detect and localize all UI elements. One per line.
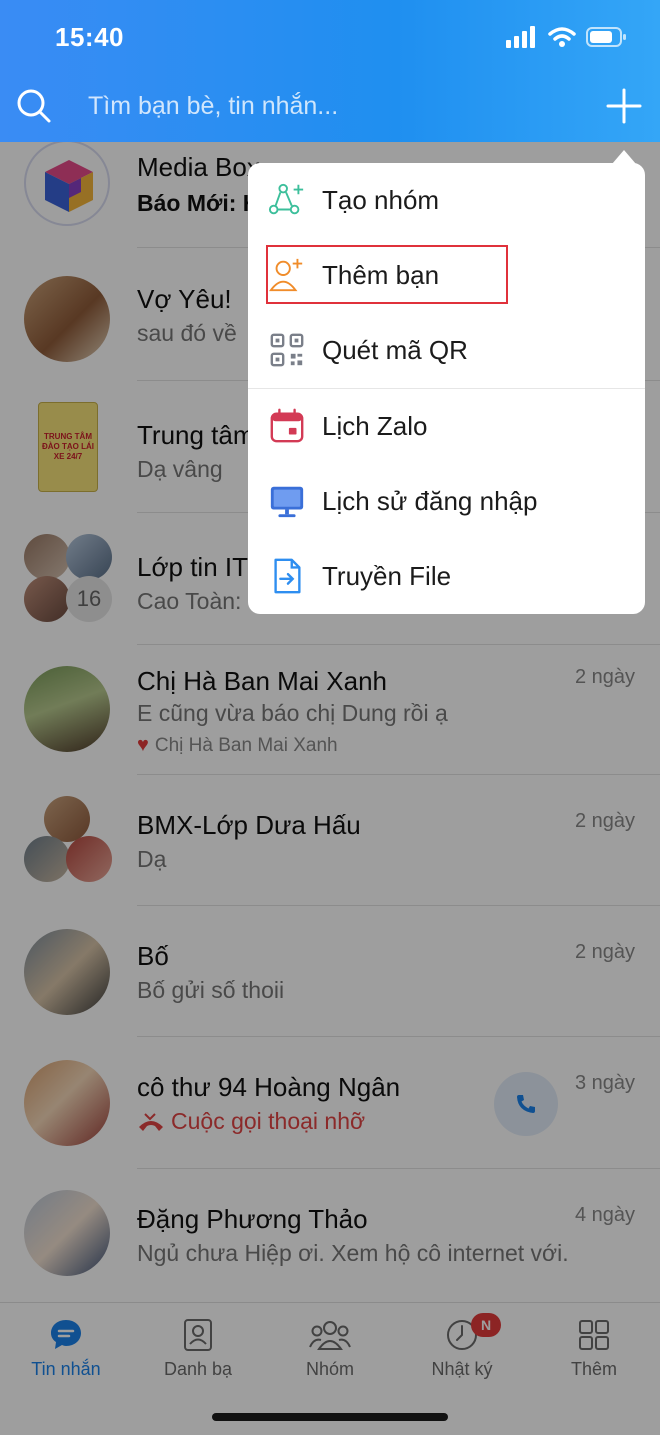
menu-item-lich-su-dang-nhap[interactable]: Lịch sử đăng nhập — [248, 464, 645, 539]
menu-caret — [612, 150, 636, 164]
create-group-icon — [268, 183, 304, 215]
qr-code-icon — [270, 333, 304, 367]
highlight-box — [266, 245, 508, 304]
add-menu: Tạo nhóm Thêm bạn Quét mã QR Lịch Zalo L… — [248, 163, 645, 614]
status-icons — [506, 26, 628, 48]
home-indicator — [212, 1413, 448, 1421]
menu-item-quet-ma-qr[interactable]: Quét mã QR — [248, 313, 645, 388]
status-time: 15:40 — [55, 22, 124, 52]
menu-label: Lịch Zalo — [322, 411, 428, 441]
menu-item-tao-nhom[interactable]: Tạo nhóm — [248, 163, 645, 238]
menu-item-lich-zalo[interactable]: Lịch Zalo — [248, 389, 645, 464]
menu-item-truyen-file[interactable]: Truyền File — [248, 539, 645, 614]
plus-icon[interactable] — [602, 84, 646, 128]
battery-icon — [586, 27, 626, 47]
search-input[interactable] — [88, 88, 558, 124]
signal-icon — [506, 26, 535, 48]
search-icon[interactable] — [16, 88, 52, 124]
menu-label: Quét mã QR — [322, 335, 468, 365]
monitor-icon — [270, 486, 304, 518]
file-transfer-icon — [274, 558, 301, 594]
wifi-icon — [548, 27, 576, 47]
menu-label: Truyền File — [322, 561, 452, 591]
menu-label: Lịch sử đăng nhập — [322, 486, 538, 516]
calendar-icon — [270, 408, 304, 443]
menu-label: Tạo nhóm — [322, 185, 440, 215]
header: 15:40 — [0, 0, 660, 142]
search-row — [0, 80, 660, 132]
